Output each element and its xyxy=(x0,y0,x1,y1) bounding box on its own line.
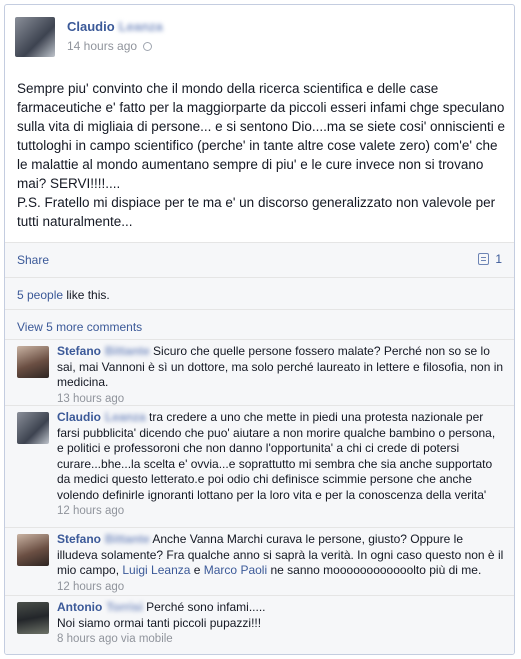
commenter-avatar[interactable] xyxy=(17,602,49,634)
commenter-last-name[interactable]: Leanza xyxy=(105,410,146,426)
comment-item: Stefano Bittante Anche Vanna Marchi curav… xyxy=(5,527,514,595)
commenter-last-name[interactable]: Bittante xyxy=(105,344,150,360)
comment-body: Claudio Leanza tra credere a uno che mett… xyxy=(57,410,505,520)
author-name[interactable]: Claudio Leanza xyxy=(67,19,163,34)
comment-body: Antonio Torrisi Perché sono infami..... N… xyxy=(57,600,505,648)
view-more-comments-link[interactable]: View 5 more comments xyxy=(17,320,142,334)
comment-timestamp[interactable]: 8 hours ago via mobile xyxy=(57,632,505,648)
comment-item: Claudio Leanza tra credere a uno che mett… xyxy=(5,405,514,527)
commenter-first-name[interactable]: Claudio xyxy=(57,410,101,424)
comment-icon xyxy=(478,253,490,265)
post-text-line: P.S. Fratello mi dispiace per te ma e' u… xyxy=(17,195,496,229)
commenter-name[interactable]: Stefano Bittante xyxy=(57,344,150,358)
view-more-comments-row: View 5 more comments xyxy=(5,309,514,340)
comment-text: Perché sono infami..... xyxy=(146,600,266,614)
comment-count: 1 xyxy=(495,252,502,266)
post-card: Claudio Leanza 14 hours ago Sempre piu' c… xyxy=(4,4,515,655)
comment-body: Stefano Bittante Sicuro che quelle person… xyxy=(57,344,505,407)
comments-list: Stefano Bittante Sicuro che quelle person… xyxy=(5,339,514,654)
post-actions-bar: Share 1 xyxy=(5,242,514,278)
comment-item: Antonio Torrisi Perché sono infami..... N… xyxy=(5,595,514,654)
comment-timestamp[interactable]: 12 hours ago xyxy=(57,504,505,520)
commenter-avatar[interactable] xyxy=(17,346,49,378)
mention-link[interactable]: Luigi Leanza xyxy=(122,563,190,577)
commenter-first-name[interactable]: Stefano xyxy=(57,532,101,546)
share-link[interactable]: Share xyxy=(17,253,49,267)
author-avatar[interactable] xyxy=(15,17,55,57)
post-body: Sempre piu' convinto che il mondo della … xyxy=(17,79,507,231)
comment-text: e xyxy=(190,563,204,577)
comment-timestamp[interactable]: 12 hours ago xyxy=(57,580,505,596)
commenter-first-name[interactable]: Stefano xyxy=(57,344,101,358)
comment-text: Noi siamo ormai tanti piccoli pupazzi!!! xyxy=(57,615,262,630)
comment-count-button[interactable]: 1 xyxy=(478,252,502,266)
commenter-first-name[interactable]: Antonio xyxy=(57,600,102,614)
commenter-last-name[interactable]: Bittante xyxy=(105,532,150,548)
post-text-line: Sempre piu' convinto che il mondo della … xyxy=(17,81,506,191)
commenter-name[interactable]: Claudio Leanza xyxy=(57,410,146,424)
post-time[interactable]: 14 hours ago xyxy=(67,39,137,53)
commenter-avatar[interactable] xyxy=(17,534,49,566)
comment-item: Stefano Bittante Sicuro che quelle person… xyxy=(5,339,514,405)
likers-link[interactable]: 5 people xyxy=(17,288,63,302)
likes-summary: 5 people like this. xyxy=(17,288,110,302)
author-first-name[interactable]: Claudio xyxy=(67,19,115,34)
commenter-name[interactable]: Stefano Bittante xyxy=(57,532,150,546)
likes-suffix: like this. xyxy=(63,288,110,302)
comment-body: Stefano Bittante Anche Vanna Marchi curav… xyxy=(57,532,505,595)
author-last-name[interactable]: Leanza xyxy=(119,19,163,34)
commenter-last-name[interactable]: Torrisi xyxy=(106,600,142,616)
mention-link[interactable]: Marco Paoli xyxy=(204,563,267,577)
likes-bar: 5 people like this. xyxy=(5,277,514,310)
post-timestamp: 14 hours ago xyxy=(67,39,153,53)
commenter-name[interactable]: Antonio Torrisi xyxy=(57,600,143,614)
globe-icon xyxy=(143,42,153,51)
commenter-avatar[interactable] xyxy=(17,412,49,444)
comment-text: ne sanno moooooooooooolto più di me. xyxy=(267,563,482,577)
